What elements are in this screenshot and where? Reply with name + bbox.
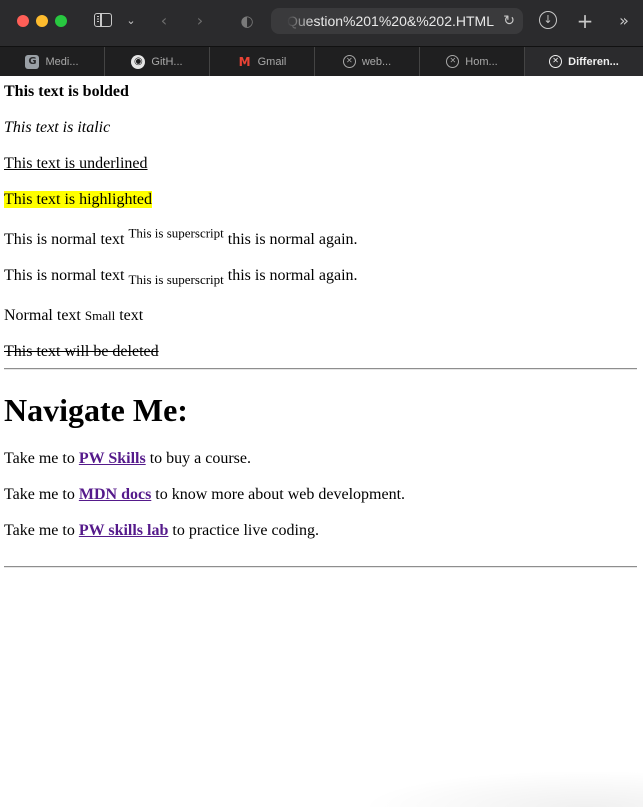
downloads-icon[interactable]: ↓ — [539, 11, 557, 29]
minimize-window-button[interactable] — [36, 15, 48, 27]
window-shadow — [360, 770, 643, 807]
compass-icon: ✕ — [342, 55, 356, 68]
superscript-line: This is normal text This is superscript … — [4, 225, 358, 248]
link-line-pw-skills: Take me to PW Skills to buy a course. — [4, 450, 252, 467]
chevron-down-icon[interactable]: ⌄ — [124, 10, 138, 32]
page-content: This text is bolded This text is italic … — [0, 76, 643, 807]
highlighted-text: This text is highlighted — [4, 191, 152, 208]
back-button[interactable]: ‹ — [155, 10, 173, 32]
link-line-mdn-docs: Take me to MDN docs to know more about w… — [4, 486, 406, 503]
tab-gmail[interactable]: M Gmail — [210, 47, 315, 76]
g-icon: G — [25, 54, 40, 69]
privacy-shield-icon[interactable]: ◐ — [238, 10, 256, 32]
address-text: Question%201%20&%202.HTML — [287, 13, 495, 29]
tab-label: GitH... — [151, 55, 183, 68]
compass-icon: ✕ — [549, 55, 563, 68]
italic-text: This text is italic — [4, 119, 111, 136]
bold-text: This text is bolded — [4, 83, 129, 100]
subscript-line: This is normal text This is superscript … — [4, 267, 358, 288]
tab-github[interactable]: ◉ GitH... — [105, 47, 210, 76]
browser-toolbar: ⌄ ‹ › ◐ Question%201%20&%202.HTML ↻ ↓ + … — [0, 0, 643, 46]
new-tab-plus-icon[interactable]: + — [575, 10, 595, 32]
forward-button[interactable]: › — [191, 10, 209, 32]
sidebar-toggle-icon[interactable] — [94, 13, 112, 27]
mdn-docs-link[interactable]: MDN docs — [79, 486, 151, 503]
github-icon: ◉ — [131, 54, 146, 69]
pw-skills-lab-link[interactable]: PW skills lab — [79, 522, 169, 539]
horizontal-rule — [4, 368, 637, 370]
more-tabs-chevron-icon[interactable]: » — [614, 10, 634, 32]
tab-differences[interactable]: ✕ Differen... — [525, 47, 643, 76]
pw-skills-link[interactable]: PW Skills — [79, 450, 146, 467]
tab-label: Hom... — [465, 55, 498, 68]
tab-label: Medi... — [45, 55, 79, 68]
tab-web[interactable]: ✕ web... — [315, 47, 420, 76]
superscript-text: This is superscript — [128, 225, 224, 241]
deleted-text: This text will be deleted — [4, 343, 159, 360]
compass-icon: ✕ — [446, 55, 460, 68]
subscript-text: This is superscript — [128, 272, 224, 288]
address-bar[interactable]: Question%201%20&%202.HTML ↻ — [271, 8, 523, 34]
page-heading: Navigate Me: — [4, 392, 188, 428]
tab-home[interactable]: ✕ Hom... — [420, 47, 525, 76]
tab-medium[interactable]: G Medi... — [0, 47, 105, 76]
tab-label: web... — [361, 55, 392, 68]
zoom-window-button[interactable] — [55, 15, 67, 27]
underlined-text: This text is underlined — [4, 155, 148, 172]
tab-label: Gmail — [257, 55, 287, 68]
gmail-icon: M — [238, 54, 251, 69]
small-text: Small — [84, 308, 116, 323]
tab-label: Differen... — [568, 55, 619, 68]
tab-bar: G Medi... ◉ GitH... M Gmail ✕ web... ✕ H… — [0, 46, 643, 76]
small-text-line: Normal text Small text — [4, 307, 144, 324]
close-window-button[interactable] — [17, 15, 29, 27]
link-line-pw-skills-lab: Take me to PW skills lab to practice liv… — [4, 522, 319, 539]
reload-icon[interactable]: ↻ — [503, 10, 515, 32]
horizontal-rule — [4, 566, 637, 568]
